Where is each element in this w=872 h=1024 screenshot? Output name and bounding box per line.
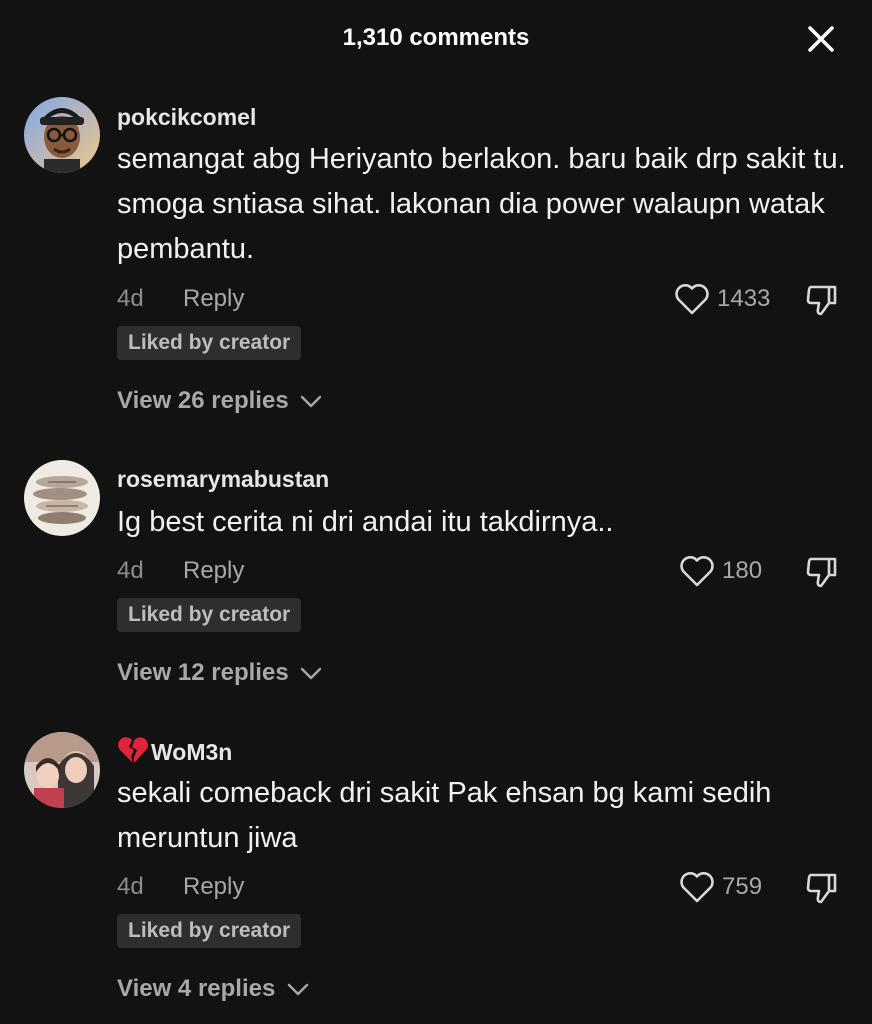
comment-time: 4d (117, 285, 144, 312)
heart-icon (680, 556, 714, 587)
comment-time: 4d (117, 557, 144, 584)
liked-by-creator-badge: Liked by creator (117, 598, 302, 632)
view-replies-label: View 26 replies (117, 387, 289, 414)
view-replies-label: View 4 replies (117, 975, 276, 1002)
comment-text: Ig best cerita ni dri andai itu takdirny… (117, 506, 614, 538)
dislike-icon[interactable] (803, 553, 841, 591)
heart-icon (680, 872, 714, 903)
dislike-icon[interactable] (803, 281, 841, 319)
avatar[interactable] (24, 732, 100, 808)
comments-header: 1,310 comments (0, 0, 872, 80)
reply-button[interactable]: Reply (183, 873, 244, 901)
comment-username[interactable]: pokcikcomel (117, 104, 256, 131)
comment-meta: 4d Reply 759 (117, 872, 847, 909)
comment-text: sekali comeback dri sakit Pak ehsan bg k… (117, 777, 772, 854)
avatar[interactable] (24, 97, 100, 173)
heart-icon (675, 284, 709, 315)
comment-username[interactable]: WoM3n (117, 736, 232, 766)
broken-heart-icon (118, 737, 148, 763)
reply-button[interactable]: Reply (183, 557, 244, 585)
dislike-icon[interactable] (803, 869, 841, 907)
view-replies-button[interactable]: View 4 replies (117, 975, 310, 1003)
liked-by-creator-badge: Liked by creator (117, 326, 302, 360)
comment-text: semangat abg Heriyanto berlakon. baru ba… (117, 143, 846, 265)
view-replies-button[interactable]: View 12 replies (117, 659, 323, 687)
chevron-down-icon (287, 983, 309, 995)
comment-meta: 4d Reply 180 (117, 556, 847, 593)
like-count: 759 (722, 873, 763, 900)
comment-username-text: WoM3n (151, 739, 233, 765)
liked-by-creator-badge: Liked by creator (117, 914, 302, 948)
chevron-down-icon (301, 667, 322, 679)
view-replies-label: View 12 replies (117, 659, 289, 686)
avatar[interactable] (24, 460, 100, 536)
comments-count-title: 1,310 comments (342, 24, 530, 51)
like-count: 180 (722, 557, 763, 584)
view-replies-button[interactable]: View 26 replies (117, 387, 323, 415)
close-button[interactable] (804, 22, 838, 56)
comment-meta: 4d Reply 1433 (117, 284, 847, 321)
comment-username[interactable]: rosemarymabustan (117, 466, 329, 493)
comment-time: 4d (117, 873, 144, 900)
reply-button[interactable]: Reply (183, 285, 244, 313)
close-icon (808, 26, 834, 52)
like-count: 1433 (717, 285, 771, 312)
chevron-down-icon (301, 395, 322, 407)
